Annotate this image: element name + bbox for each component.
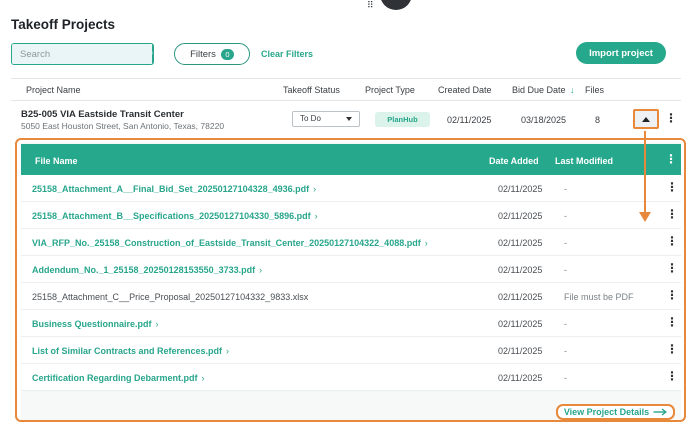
files-count: 8 bbox=[595, 115, 601, 125]
sort-arrow-icon: ↓ bbox=[570, 85, 575, 95]
filters-label: Filters bbox=[190, 48, 216, 60]
column-project-type[interactable]: Project Type bbox=[365, 85, 415, 95]
column-project-name[interactable]: Project Name bbox=[26, 85, 81, 95]
projects-table-header: Project Name Takeoff Status Project Type… bbox=[11, 78, 681, 101]
page-title: Takeoff Projects bbox=[11, 17, 116, 32]
floating-action-button[interactable] bbox=[380, 0, 412, 10]
grip-icon: ⠿ bbox=[367, 0, 374, 10]
bid-due-date: 03/18/2025 bbox=[521, 115, 567, 125]
column-files[interactable]: Files bbox=[585, 85, 604, 95]
import-project-button[interactable]: Import project bbox=[576, 42, 666, 64]
clear-filters-link[interactable]: Clear Filters bbox=[261, 49, 313, 59]
filters-count-badge: 0 bbox=[220, 48, 234, 60]
search-button[interactable] bbox=[152, 44, 153, 64]
annotation-arrow bbox=[644, 131, 646, 215]
takeoff-status-value: To Do bbox=[300, 114, 321, 123]
expanded-files-highlight bbox=[15, 138, 686, 422]
column-takeoff-status[interactable]: Takeoff Status bbox=[283, 85, 340, 95]
search-box bbox=[11, 43, 154, 65]
project-type-badge: PlanHub bbox=[375, 112, 430, 127]
project-row[interactable]: B25-005 VIA Eastside Transit Center 5050… bbox=[11, 101, 681, 138]
arrow-right-icon bbox=[653, 408, 668, 416]
chevron-down-icon bbox=[346, 117, 352, 121]
column-bid-due-date[interactable]: Bid Due Date ↓ bbox=[512, 85, 575, 95]
view-project-details-link[interactable]: View Project Details bbox=[556, 404, 675, 420]
filters-button[interactable]: Filters 0 bbox=[174, 43, 250, 65]
takeoff-status-select[interactable]: To Do bbox=[292, 111, 360, 127]
search-icon bbox=[152, 51, 153, 55]
project-more-icon[interactable]: ⋮ bbox=[665, 112, 677, 124]
project-name[interactable]: B25-005 VIA Eastside Transit Center bbox=[21, 109, 184, 120]
project-address: 5050 East Houston Street, San Antonio, T… bbox=[21, 121, 225, 131]
search-input[interactable] bbox=[12, 44, 152, 64]
annotation-arrow-head bbox=[639, 212, 651, 222]
collapse-files-button[interactable] bbox=[633, 109, 659, 129]
chevron-up-icon bbox=[642, 116, 650, 122]
column-created-date[interactable]: Created Date bbox=[438, 85, 492, 95]
column-bid-due-date-label: Bid Due Date bbox=[512, 85, 566, 95]
created-date: 02/11/2025 bbox=[447, 115, 492, 125]
view-project-details-label: View Project Details bbox=[563, 407, 650, 417]
